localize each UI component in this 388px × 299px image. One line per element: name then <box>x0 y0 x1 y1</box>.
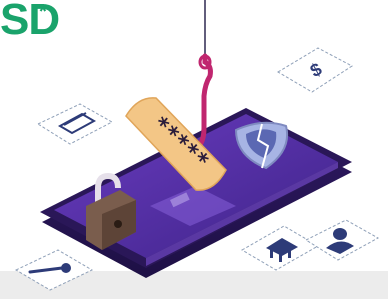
bank-icon <box>241 225 319 271</box>
logo-superscript: * <box>39 1 47 23</box>
dollar-icon: $ <box>277 47 353 93</box>
credit-card-icon <box>36 103 114 145</box>
user-icon <box>304 219 380 261</box>
logo-wordmark: SD <box>0 0 60 44</box>
key-icon <box>14 249 94 291</box>
phishing-illustration: $ ***** <box>14 0 380 291</box>
